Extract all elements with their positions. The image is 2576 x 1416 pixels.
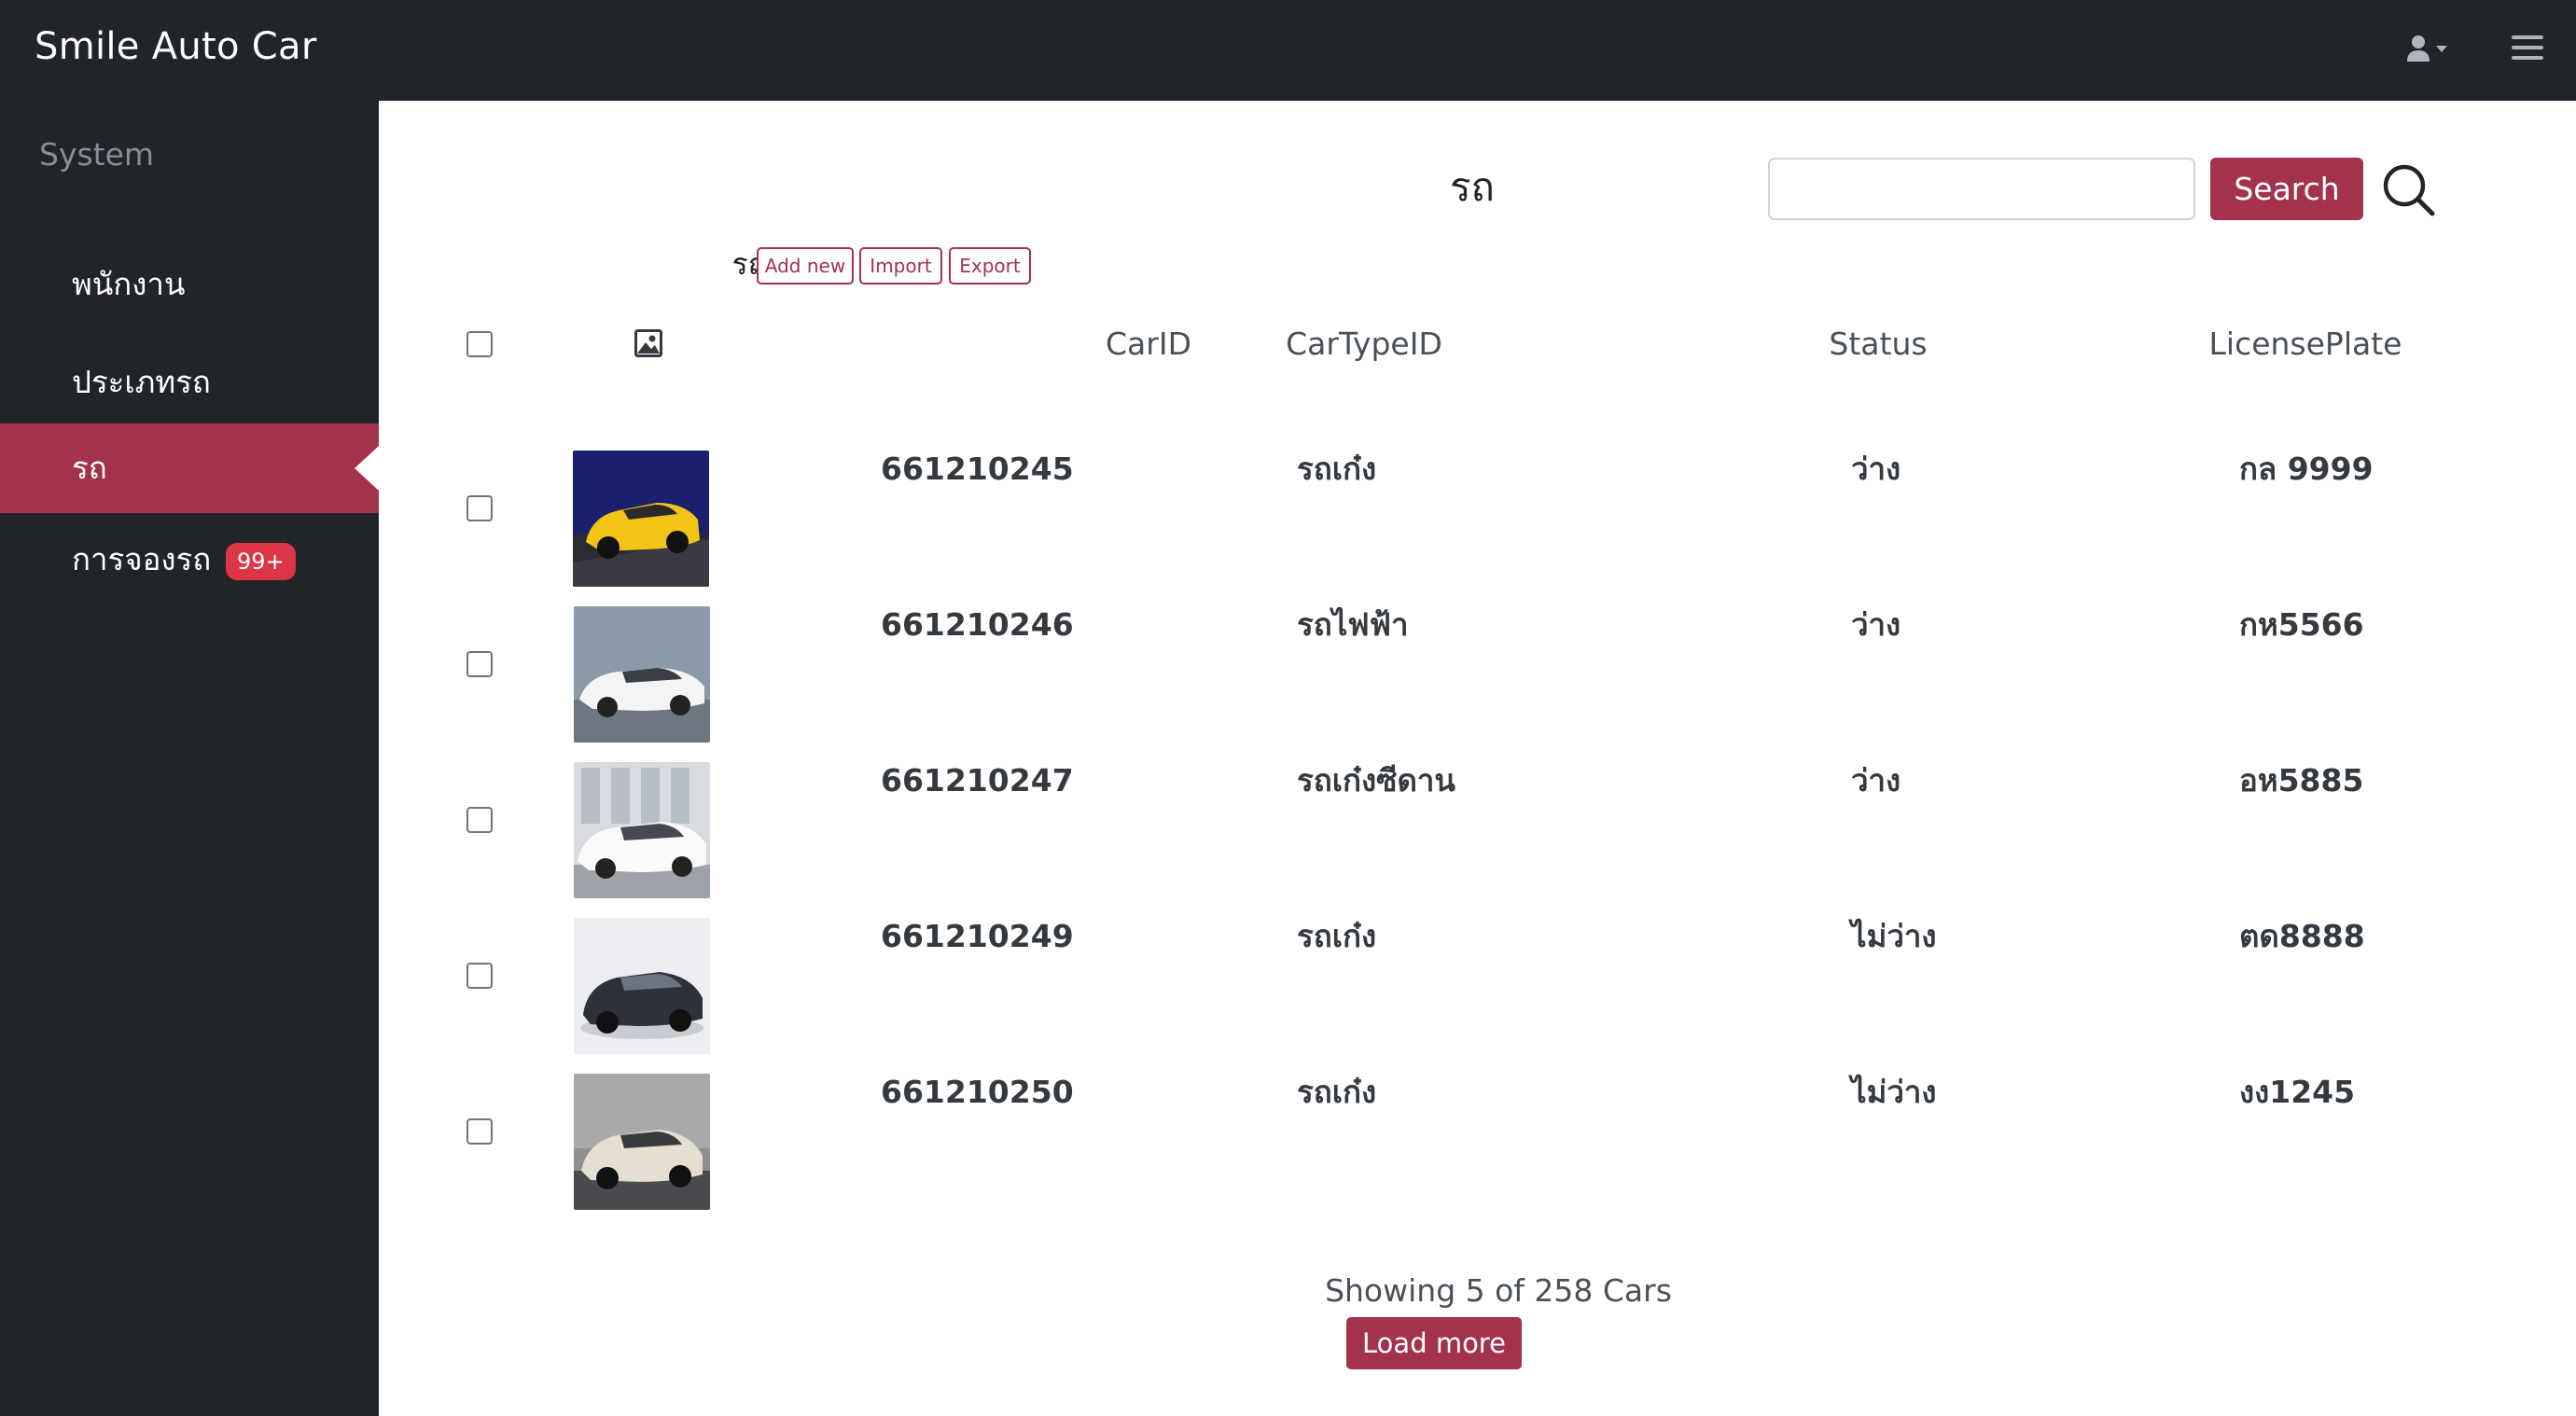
car-image-beige-hatchback [574,1074,710,1210]
cell-licenseplate: อห5885 [2239,762,2364,798]
import-button[interactable]: Import [859,247,942,285]
cell-cartype: รถเก๋ง [1297,1074,1377,1110]
cell-status: ว่าง [1851,451,1901,487]
cell-licenseplate: กห5566 [2239,606,2364,643]
section-label: รถ [731,246,766,282]
notification-badge: 99+ [226,543,296,580]
cell-cartype: รถเก๋ง [1297,451,1377,487]
cell-cartype: รถเก๋งซีดาน [1297,762,1455,798]
cell-status: ไม่ว่าง [1851,918,1937,954]
sidebar-item-cars[interactable]: รถ [0,423,379,513]
search-icon[interactable] [2381,162,2437,218]
cell-carid: 661210245 [881,451,1074,487]
row-checkbox[interactable] [466,495,493,521]
row-checkbox[interactable] [466,651,493,677]
cell-carid: 661210246 [881,606,1074,643]
cell-carid: 661210247 [881,762,1074,798]
sidebar: System พนักงาน ประเภทรถ รถ การจองรถ 99+ [0,101,379,1416]
cell-licenseplate: งง1245 [2239,1074,2356,1110]
table-row[interactable]: 661210245 รถเก๋ง ว่าง กล 9999 [379,446,2576,602]
sidebar-item-car-types[interactable]: ประเภทรถ [0,338,379,427]
sidebar-heading: System [39,136,155,173]
car-image-white-electric-car [574,606,710,743]
main-content: รถ Search รถ Add new Import Export CarID… [379,101,2576,1416]
car-image-white-sedan [574,762,710,898]
cell-status: ว่าง [1851,762,1901,798]
row-checkbox[interactable] [466,963,493,989]
column-header-licenseplate[interactable]: LicensePlate [2165,321,2445,368]
add-new-button[interactable]: Add new [757,247,854,285]
cell-cartype: รถเก๋ง [1297,918,1377,954]
column-header-status[interactable]: Status [1785,321,1971,368]
car-image-dark-hatchback [574,918,710,1054]
search-button[interactable]: Search [2210,158,2363,220]
hamburger-icon [2512,35,2543,60]
cell-status: ว่าง [1851,606,1901,643]
column-header-carid[interactable]: CarID [1074,321,1223,368]
load-more-button[interactable]: Load more [1346,1317,1522,1369]
sidebar-item-label: การจองรถ [72,541,212,577]
sidebar-item-label: พนักงาน [72,266,186,302]
row-checkbox[interactable] [466,807,493,833]
table-row[interactable]: 661210250 รถเก๋ง ไม่ว่าง งง1245 [379,1069,2576,1225]
cell-carid: 661210249 [881,918,1074,954]
table-row[interactable]: 661210249 รถเก๋ง ไม่ว่าง ตด8888 [379,913,2576,1069]
image-column-icon [634,329,662,357]
results-count: Showing 5 of 258 Cars [1325,1272,1672,1309]
table-row[interactable]: 661210246 รถไฟฟ้า ว่าง กห5566 [379,602,2576,757]
sidebar-item-label: รถ [72,450,107,486]
row-checkbox[interactable] [466,1118,493,1145]
sidebar-item-bookings[interactable]: การจองรถ 99+ [0,515,379,604]
page-title: รถ [1450,164,1495,210]
table-row[interactable]: 661210247 รถเก๋งซีดาน ว่าง อห5885 [379,757,2576,913]
sidebar-item-employees[interactable]: พนักงาน [0,240,379,329]
user-icon [2407,35,2447,62]
hamburger-menu-button[interactable] [2510,32,2547,63]
cell-cartype: รถไฟฟ้า [1297,606,1409,643]
column-header-cartypeid[interactable]: CarTypeID [1224,321,1504,368]
export-button[interactable]: Export [949,247,1031,285]
user-menu-dropdown[interactable] [2405,32,2458,65]
cell-status: ไม่ว่าง [1851,1074,1937,1110]
cell-carid: 661210250 [881,1074,1074,1110]
brand-title[interactable]: Smile Auto Car [35,21,317,73]
sidebar-item-label: ประเภทรถ [72,364,211,400]
cell-licenseplate: ตด8888 [2239,918,2365,954]
search-input[interactable] [1768,158,2195,220]
top-navbar: Smile Auto Car [0,0,2576,101]
select-all-checkbox[interactable] [466,331,493,357]
car-image-yellow-sports-car [573,451,709,587]
cell-licenseplate: กล 9999 [2239,451,2374,487]
